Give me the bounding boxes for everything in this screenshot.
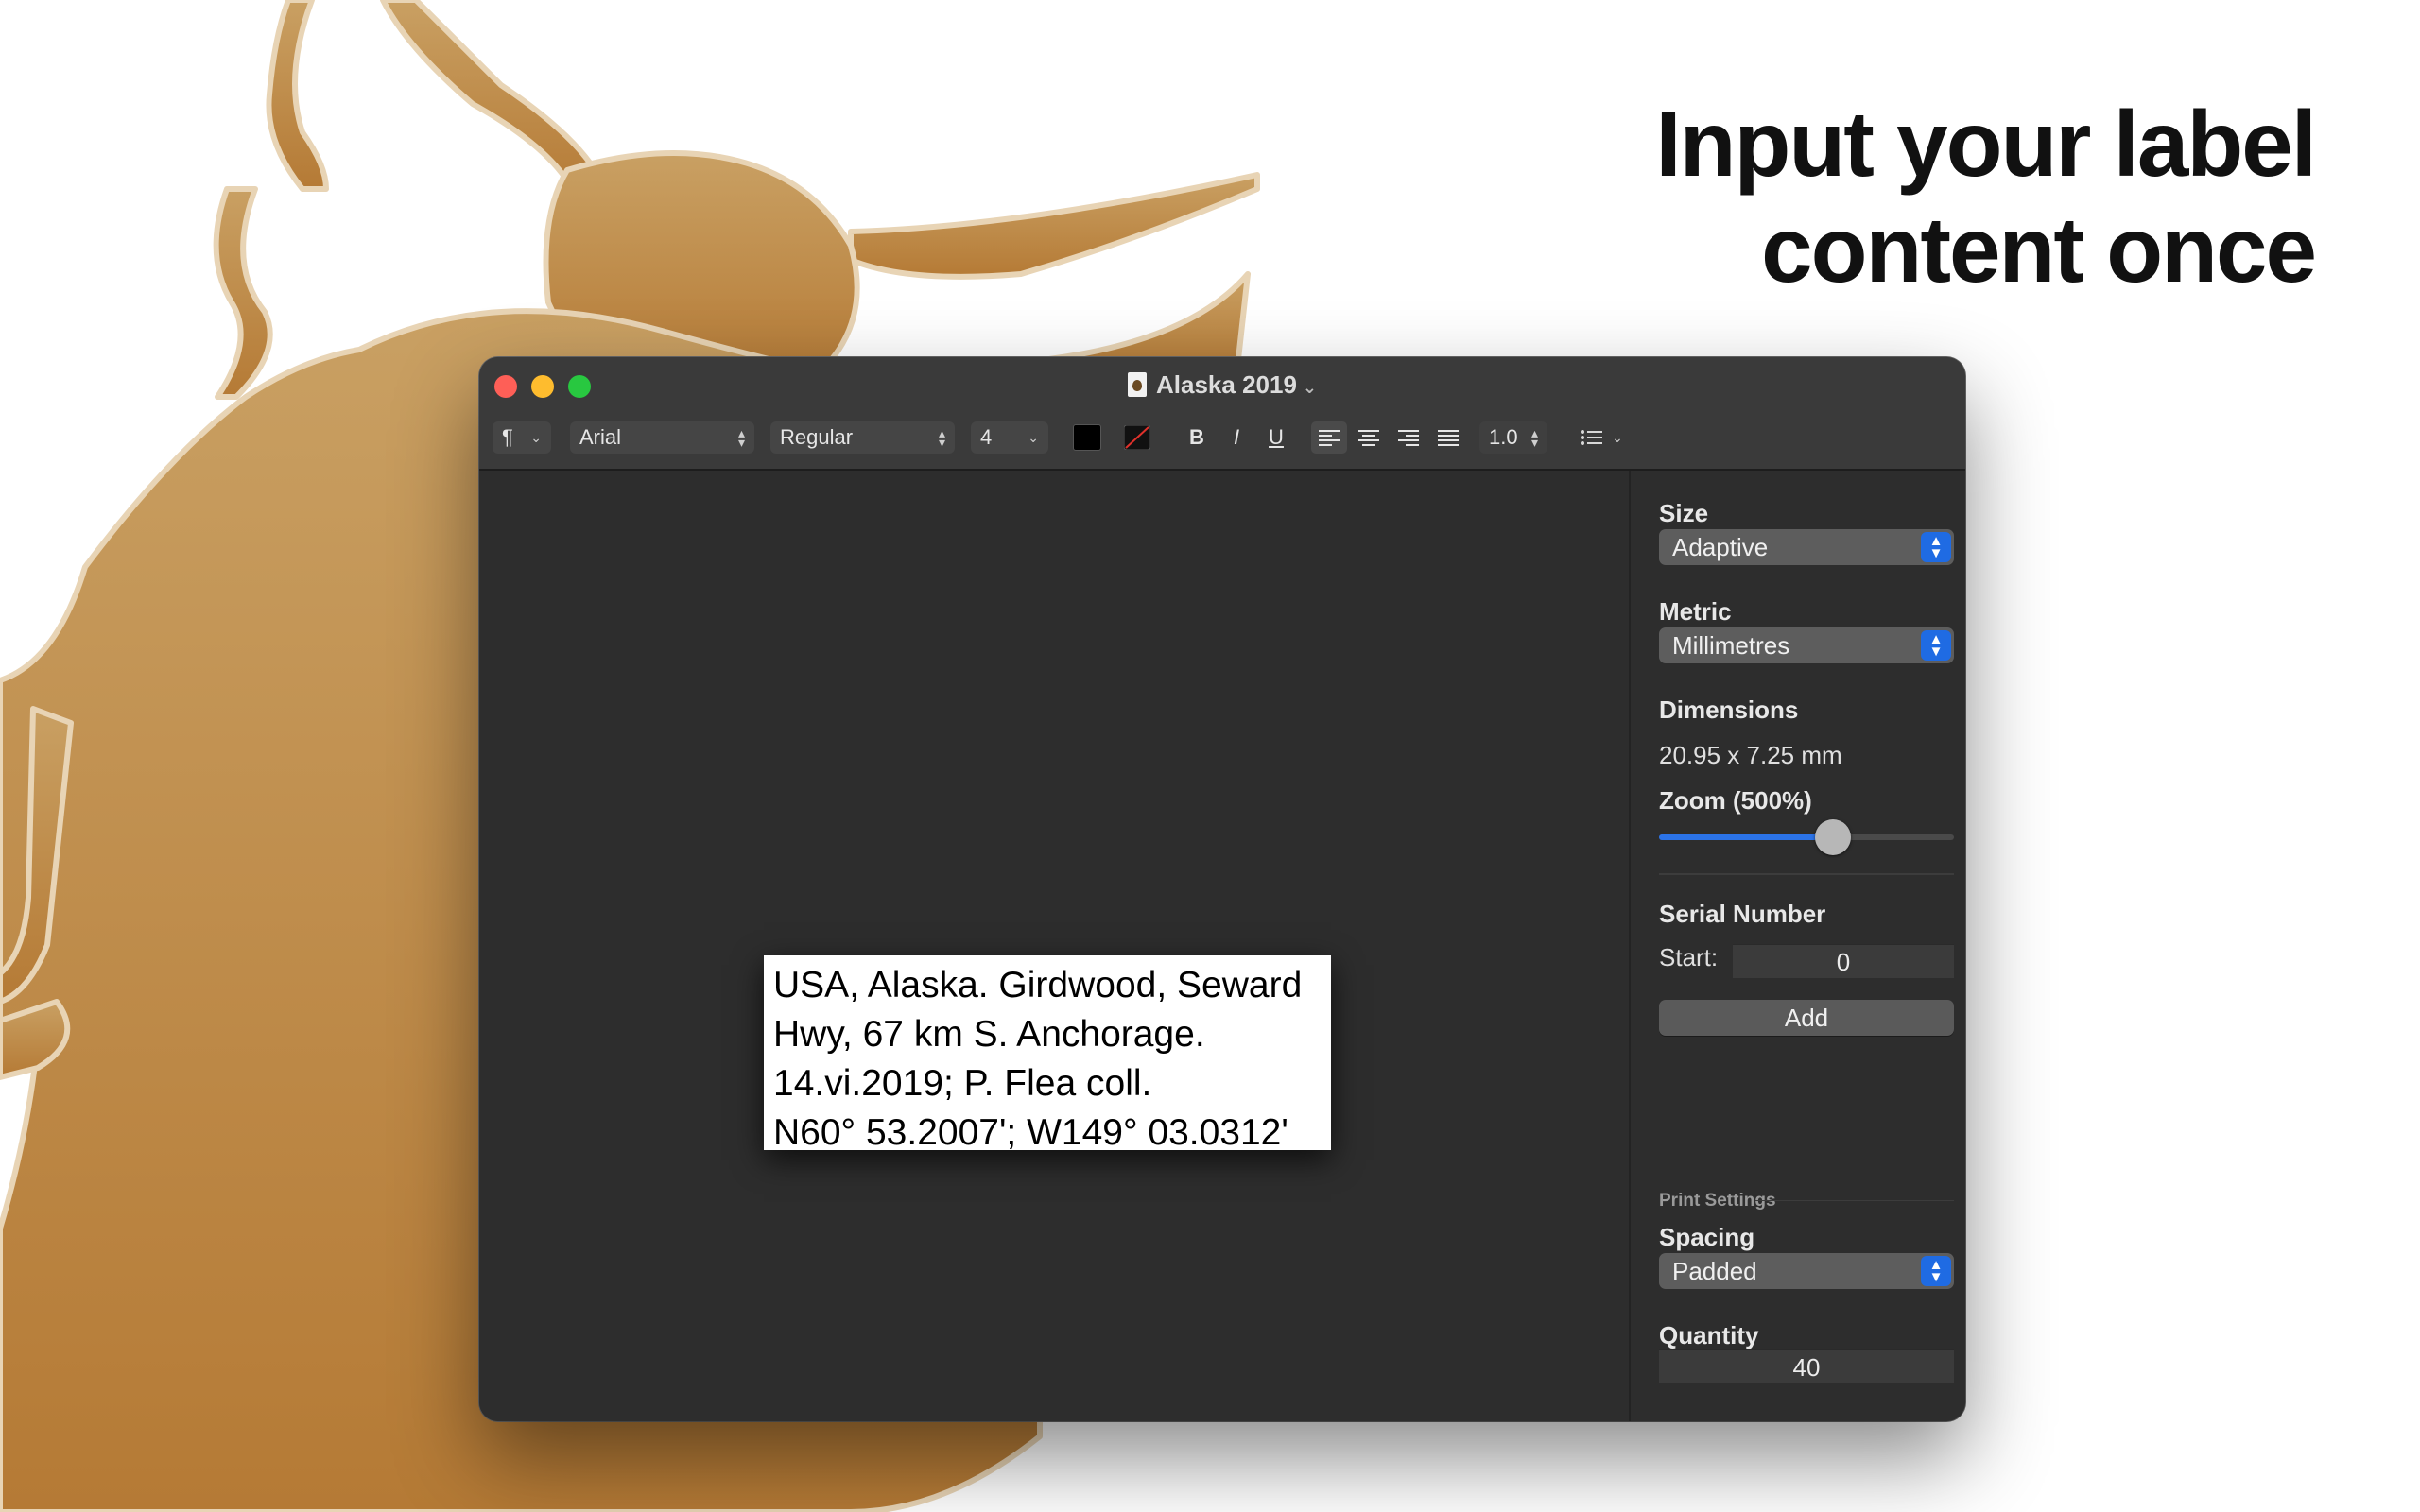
text-color-well[interactable] [1070, 421, 1104, 454]
metric-popup-value: Millimetres [1672, 631, 1790, 660]
align-left-button[interactable] [1311, 421, 1347, 454]
zoom-slider-fill [1659, 834, 1833, 840]
font-family-popup[interactable]: Arial ▴ ▾ [570, 421, 754, 454]
font-family-value: Arial [579, 425, 622, 449]
underline-label: U [1269, 425, 1284, 449]
quantity-field[interactable]: 40 [1659, 1349, 1954, 1383]
document-title[interactable]: Alaska 2019 ⌄ [479, 370, 1965, 400]
up-down-arrows-icon: ▴ ▾ [938, 425, 945, 450]
line-spacing-popup[interactable]: 1.0 ▴ ▾ [1479, 421, 1547, 454]
size-popup[interactable]: Adaptive ▲ ▼ [1659, 529, 1954, 565]
font-size-value: 4 [980, 425, 993, 449]
highlight-color-swatch [1124, 425, 1150, 450]
align-left-icon [1319, 430, 1340, 446]
label-line: 14.vi.2019; P. Flea coll. [773, 1063, 1152, 1104]
document-icon [1128, 372, 1147, 397]
serial-number-heading: Serial Number [1659, 900, 1826, 928]
metric-heading: Metric [1659, 597, 1732, 626]
up-down-arrows-icon: ▲ ▼ [1921, 532, 1951, 562]
bold-label: B [1189, 425, 1204, 449]
zoom-heading: Zoom (500%) [1659, 786, 1812, 815]
add-serial-button[interactable]: Add [1659, 1000, 1954, 1036]
label-preview-editor[interactable]: USA, Alaska. Girdwood, Seward Hwy, 67 km… [764, 955, 1331, 1153]
align-center-icon [1358, 430, 1379, 446]
inspector-panel: Size Adaptive ▲ ▼ Metric Millimetres ▲ ▼ D… [1629, 471, 1965, 1421]
spacing-popup[interactable]: Padded ▲ ▼ [1659, 1253, 1954, 1289]
dimensions-heading: Dimensions [1659, 696, 1799, 724]
font-size-combo[interactable]: 4 ⌄ [971, 421, 1048, 454]
paragraph-style-popup[interactable]: ¶ ⌄ [493, 421, 551, 454]
font-style-popup[interactable]: Regular ▴ ▾ [770, 421, 955, 454]
marketing-headline: Input your label content once [1275, 91, 2317, 302]
size-heading: Size [1659, 499, 1709, 527]
justify-icon [1438, 430, 1459, 446]
chevron-down-icon: ⌄ [1028, 429, 1039, 445]
italic-button[interactable]: I [1222, 421, 1251, 454]
align-right-button[interactable] [1391, 421, 1426, 454]
dimensions-value: 20.95 x 7.25 mm [1659, 741, 1842, 769]
up-down-arrows-icon: ▲ ▼ [1921, 1256, 1951, 1286]
headline-line-2: content once [1761, 198, 2317, 301]
metric-popup[interactable]: Millimetres ▲ ▼ [1659, 627, 1954, 663]
title-bar: Alaska 2019 ⌄ ¶ ⌄ Arial ▴ ▾ Regular ▴ ▾ 4 ⌄ [479, 357, 1965, 471]
divider [1755, 1200, 1954, 1201]
serial-start-field[interactable]: 0 [1733, 944, 1954, 978]
size-popup-value: Adaptive [1672, 533, 1769, 561]
label-canvas[interactable]: USA, Alaska. Girdwood, Seward Hwy, 67 km… [479, 471, 1629, 1421]
print-settings-caption: Print Settings [1659, 1191, 1776, 1211]
paragraph-style-icon: ¶ [502, 425, 513, 449]
quantity-heading: Quantity [1659, 1321, 1759, 1349]
spacing-popup-value: Padded [1672, 1257, 1757, 1285]
document-title-text: Alaska 2019 [1156, 370, 1297, 399]
italic-label: I [1233, 425, 1240, 449]
chevron-down-icon: ⌄ [1612, 429, 1623, 445]
up-down-arrows-icon: ▴ ▾ [1530, 425, 1538, 450]
line-spacing-value: 1.0 [1489, 425, 1518, 449]
list-style-popup[interactable]: ⌄ [1572, 421, 1631, 454]
font-style-value: Regular [780, 425, 854, 449]
align-right-icon [1398, 430, 1419, 446]
chevron-down-icon: ⌄ [530, 429, 542, 445]
headline-line-1: Input your label [1655, 92, 2317, 196]
chevron-down-icon: ⌄ [1302, 378, 1317, 397]
zoom-slider[interactable] [1659, 819, 1954, 855]
divider [1659, 873, 1954, 875]
start-label: Start: [1659, 943, 1719, 971]
label-line: Hwy, 67 km S. Anchorage. [773, 1014, 1205, 1055]
text-color-swatch [1073, 424, 1101, 451]
label-line: N60° 53.2007'; W149° 03.0312' [773, 1112, 1288, 1153]
label-line: USA, Alaska. Girdwood, Seward [773, 965, 1303, 1005]
underline-button[interactable]: U [1262, 421, 1290, 454]
app-window: Alaska 2019 ⌄ ¶ ⌄ Arial ▴ ▾ Regular ▴ ▾ 4 ⌄ [479, 357, 1965, 1421]
zoom-slider-knob[interactable] [1815, 819, 1851, 855]
spacing-heading: Spacing [1659, 1223, 1755, 1251]
up-down-arrows-icon: ▲ ▼ [1921, 630, 1951, 661]
up-down-arrows-icon: ▴ ▾ [737, 425, 745, 450]
list-bullets-icon [1581, 430, 1603, 445]
highlight-color-well[interactable] [1120, 421, 1154, 454]
justify-button[interactable] [1430, 421, 1466, 454]
bold-button[interactable]: B [1183, 421, 1211, 454]
align-center-button[interactable] [1351, 421, 1387, 454]
